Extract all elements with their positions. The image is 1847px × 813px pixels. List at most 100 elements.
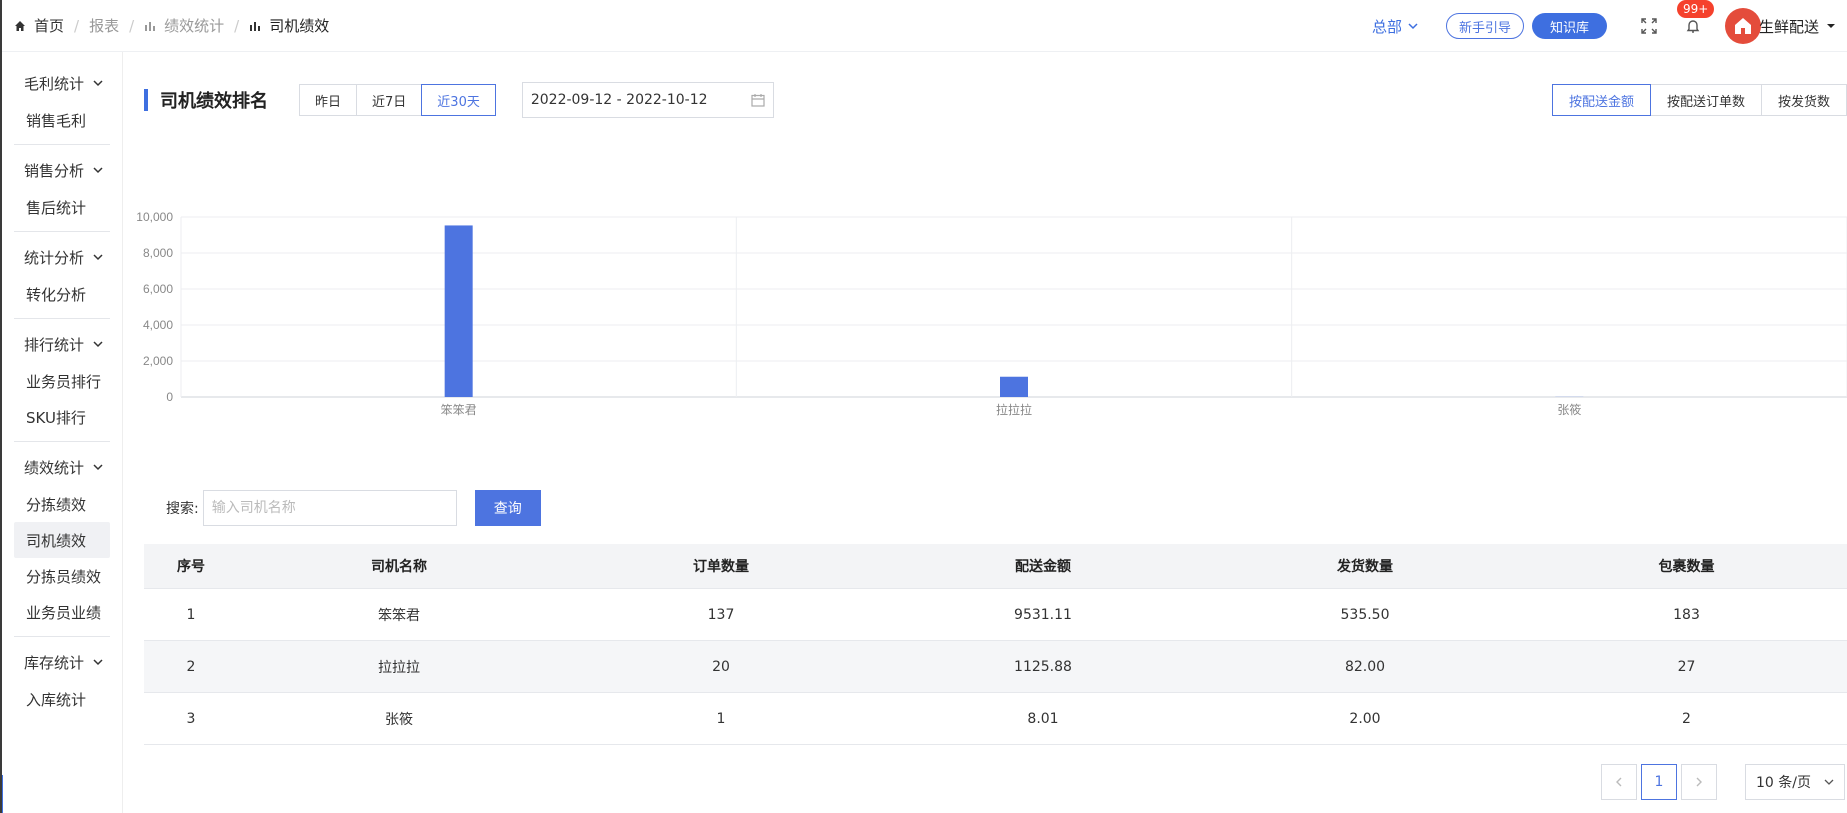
breadcrumb-stats[interactable]: 绩效统计 / xyxy=(144,15,249,36)
sidebar-item-sorting-performance[interactable]: 分拣绩效 xyxy=(2,486,122,522)
org-label: 总部 xyxy=(1371,17,1402,36)
sidebar-group-label: 库存统计 xyxy=(24,653,85,672)
y-tick-label: 2,000 xyxy=(143,354,173,368)
breadcrumb-home-label: 首页 xyxy=(34,17,65,35)
breadcrumb-separator: / xyxy=(74,16,80,35)
x-tick-label: 张筱 xyxy=(1557,402,1581,417)
metric-selector: 按配送金额 按配送订单数 按发货数 xyxy=(1551,84,1847,116)
sidebar-group-sales-analysis[interactable]: 销售分析 xyxy=(2,151,122,189)
breadcrumb-separator: / xyxy=(234,16,240,35)
breadcrumb-report[interactable]: 报表 / xyxy=(89,15,144,36)
table-cell: 3 xyxy=(186,710,196,727)
sidebar-group-stat-analysis[interactable]: 统计分析 xyxy=(2,238,122,276)
table-cell: 2 xyxy=(186,658,196,675)
sidebar-group-label: 销售分析 xyxy=(24,161,85,180)
caret-down-icon xyxy=(1827,24,1835,28)
bar-chart-icon xyxy=(145,21,156,31)
sidebar-item-sku-ranking[interactable]: SKU排行 xyxy=(2,399,122,435)
table-row: 1 笨笨君 137 9531.11 535.50 183 xyxy=(144,589,1847,641)
chevron-left-icon xyxy=(1616,777,1622,787)
chevron-right-icon xyxy=(1696,777,1702,787)
column-header: 发货数量 xyxy=(1337,559,1393,575)
shop-logo-icon xyxy=(1734,18,1751,34)
sidebar-group-label: 统计分析 xyxy=(24,248,85,267)
sidebar-group-ranking[interactable]: 排行统计 xyxy=(2,325,122,363)
metric-shipments-button[interactable]: 按发货数 xyxy=(1760,84,1847,116)
bar xyxy=(1000,376,1028,397)
table-cell: 张筱 xyxy=(385,711,413,728)
breadcrumb-stats-label: 绩效统计 xyxy=(164,17,225,35)
page-title: 司机绩效排名 xyxy=(160,91,268,112)
breadcrumb-current: 司机绩效 xyxy=(249,15,329,36)
table-cell: 2 xyxy=(1682,710,1691,727)
y-tick-label: 8,000 xyxy=(143,246,173,260)
sidebar-group-performance[interactable]: 绩效统计 xyxy=(2,448,122,486)
search-label: 搜索: xyxy=(166,501,199,517)
column-header: 序号 xyxy=(177,559,205,575)
range-7days-button[interactable]: 近7日 xyxy=(356,84,423,116)
sidebar-item-sales-gross-profit[interactable]: 销售毛利 xyxy=(2,102,122,138)
sidebar-group-label: 绩效统计 xyxy=(24,458,85,477)
notification-button[interactable]: 99+ xyxy=(1676,0,1715,38)
y-tick-label: 4,000 xyxy=(143,318,173,332)
range-selector: 昨日 近7日 近30天 xyxy=(299,84,496,116)
table-header: 序号 司机名称 订单数量 配送金额 发货数量 包裹数量 xyxy=(144,544,1847,589)
y-tick-label: 10,000 xyxy=(136,210,173,224)
sidebar-item-after-sales[interactable]: 售后统计 xyxy=(2,189,122,225)
page-size-select[interactable]: 10 条/页 xyxy=(1745,764,1845,800)
table-cell: 183 xyxy=(1673,606,1700,623)
query-button[interactable]: 查询 xyxy=(474,490,541,526)
sidebar-item-sorter-performance[interactable]: 分拣员绩效 xyxy=(2,558,122,594)
sidebar-divider xyxy=(14,318,110,319)
driver-performance-chart: 0 2,000 4,000 6,000 8,000 10,000 笨笨君 拉拉拉 张筱 xyxy=(136,210,1847,417)
table-cell: 535.50 xyxy=(1340,606,1390,623)
table-row: 2 拉拉拉 20 1125.88 82.00 27 xyxy=(144,641,1847,693)
page-button[interactable]: 1 xyxy=(1641,764,1677,800)
user-name: 生鲜配送 xyxy=(1758,17,1819,36)
table-cell: 8.01 xyxy=(1027,710,1059,727)
sidebar-item-driver-performance[interactable]: 司机绩效 xyxy=(14,522,110,558)
sidebar-group-inventory[interactable]: 库存统计 xyxy=(2,643,122,681)
user-menu[interactable]: 生鲜配送 xyxy=(1724,8,1837,44)
sidebar-item-inbound[interactable]: 入库统计 xyxy=(2,681,122,717)
chevron-down-icon xyxy=(1408,23,1418,30)
pagination: 1 10 条/页 xyxy=(1597,764,1845,800)
table-cell: 2.00 xyxy=(1349,710,1381,727)
avatar xyxy=(1724,8,1761,44)
table-cell: 1125.88 xyxy=(1014,658,1072,675)
org-selector[interactable]: 总部 xyxy=(1372,16,1418,37)
metric-orders-button[interactable]: 按配送订单数 xyxy=(1649,84,1762,116)
breadcrumb: 首页 / 报表 / 绩效统计 / 司机绩效 xyxy=(14,15,329,36)
fullscreen-button[interactable] xyxy=(1637,14,1661,38)
top-bar: 首页 / 报表 / 绩效统计 / 司机绩效 总部 新手引导 知识库 99+ 生鲜… xyxy=(0,0,1847,52)
prev-page-button[interactable] xyxy=(1601,764,1637,800)
date-range-picker[interactable]: 2022-09-12 - 2022-10-12 xyxy=(521,82,774,118)
range-yesterday-button[interactable]: 昨日 xyxy=(299,84,358,116)
sidebar-group-gross-profit[interactable]: 毛利统计 xyxy=(2,64,122,102)
chevron-down-icon xyxy=(93,464,103,471)
main-content: 司机绩效排名 昨日 近7日 近30天 2022-09-12 - 2022-10-… xyxy=(124,52,1847,813)
sidebar-item-conversion[interactable]: 转化分析 xyxy=(2,276,122,312)
chevron-down-icon xyxy=(93,254,103,261)
bell-icon xyxy=(1686,20,1700,33)
sidebar-divider xyxy=(14,636,110,637)
range-30days-button[interactable]: 近30天 xyxy=(421,84,496,116)
next-page-button[interactable] xyxy=(1681,764,1717,800)
chevron-down-icon xyxy=(93,659,103,666)
chevron-down-icon xyxy=(93,80,103,87)
table-cell: 20 xyxy=(712,658,730,675)
chevron-down-icon xyxy=(93,167,103,174)
bar-chart-icon xyxy=(250,21,261,31)
metric-amount-button[interactable]: 按配送金额 xyxy=(1551,84,1651,116)
column-header: 包裹数量 xyxy=(1658,559,1715,575)
driver-search-input[interactable] xyxy=(202,490,457,526)
guide-button[interactable]: 新手引导 xyxy=(1445,13,1524,39)
table-cell: 1 xyxy=(716,710,726,727)
table-cell: 82.00 xyxy=(1344,658,1386,675)
knowledge-base-button[interactable]: 知识库 xyxy=(1531,13,1607,39)
sidebar-item-salesman-performance[interactable]: 业务员业绩 xyxy=(2,594,122,630)
sidebar-item-salesman-ranking[interactable]: 业务员排行 xyxy=(2,363,122,399)
column-header: 配送金额 xyxy=(1015,559,1071,575)
x-tick-label: 笨笨君 xyxy=(441,402,477,417)
breadcrumb-home[interactable]: 首页 / xyxy=(14,15,89,36)
